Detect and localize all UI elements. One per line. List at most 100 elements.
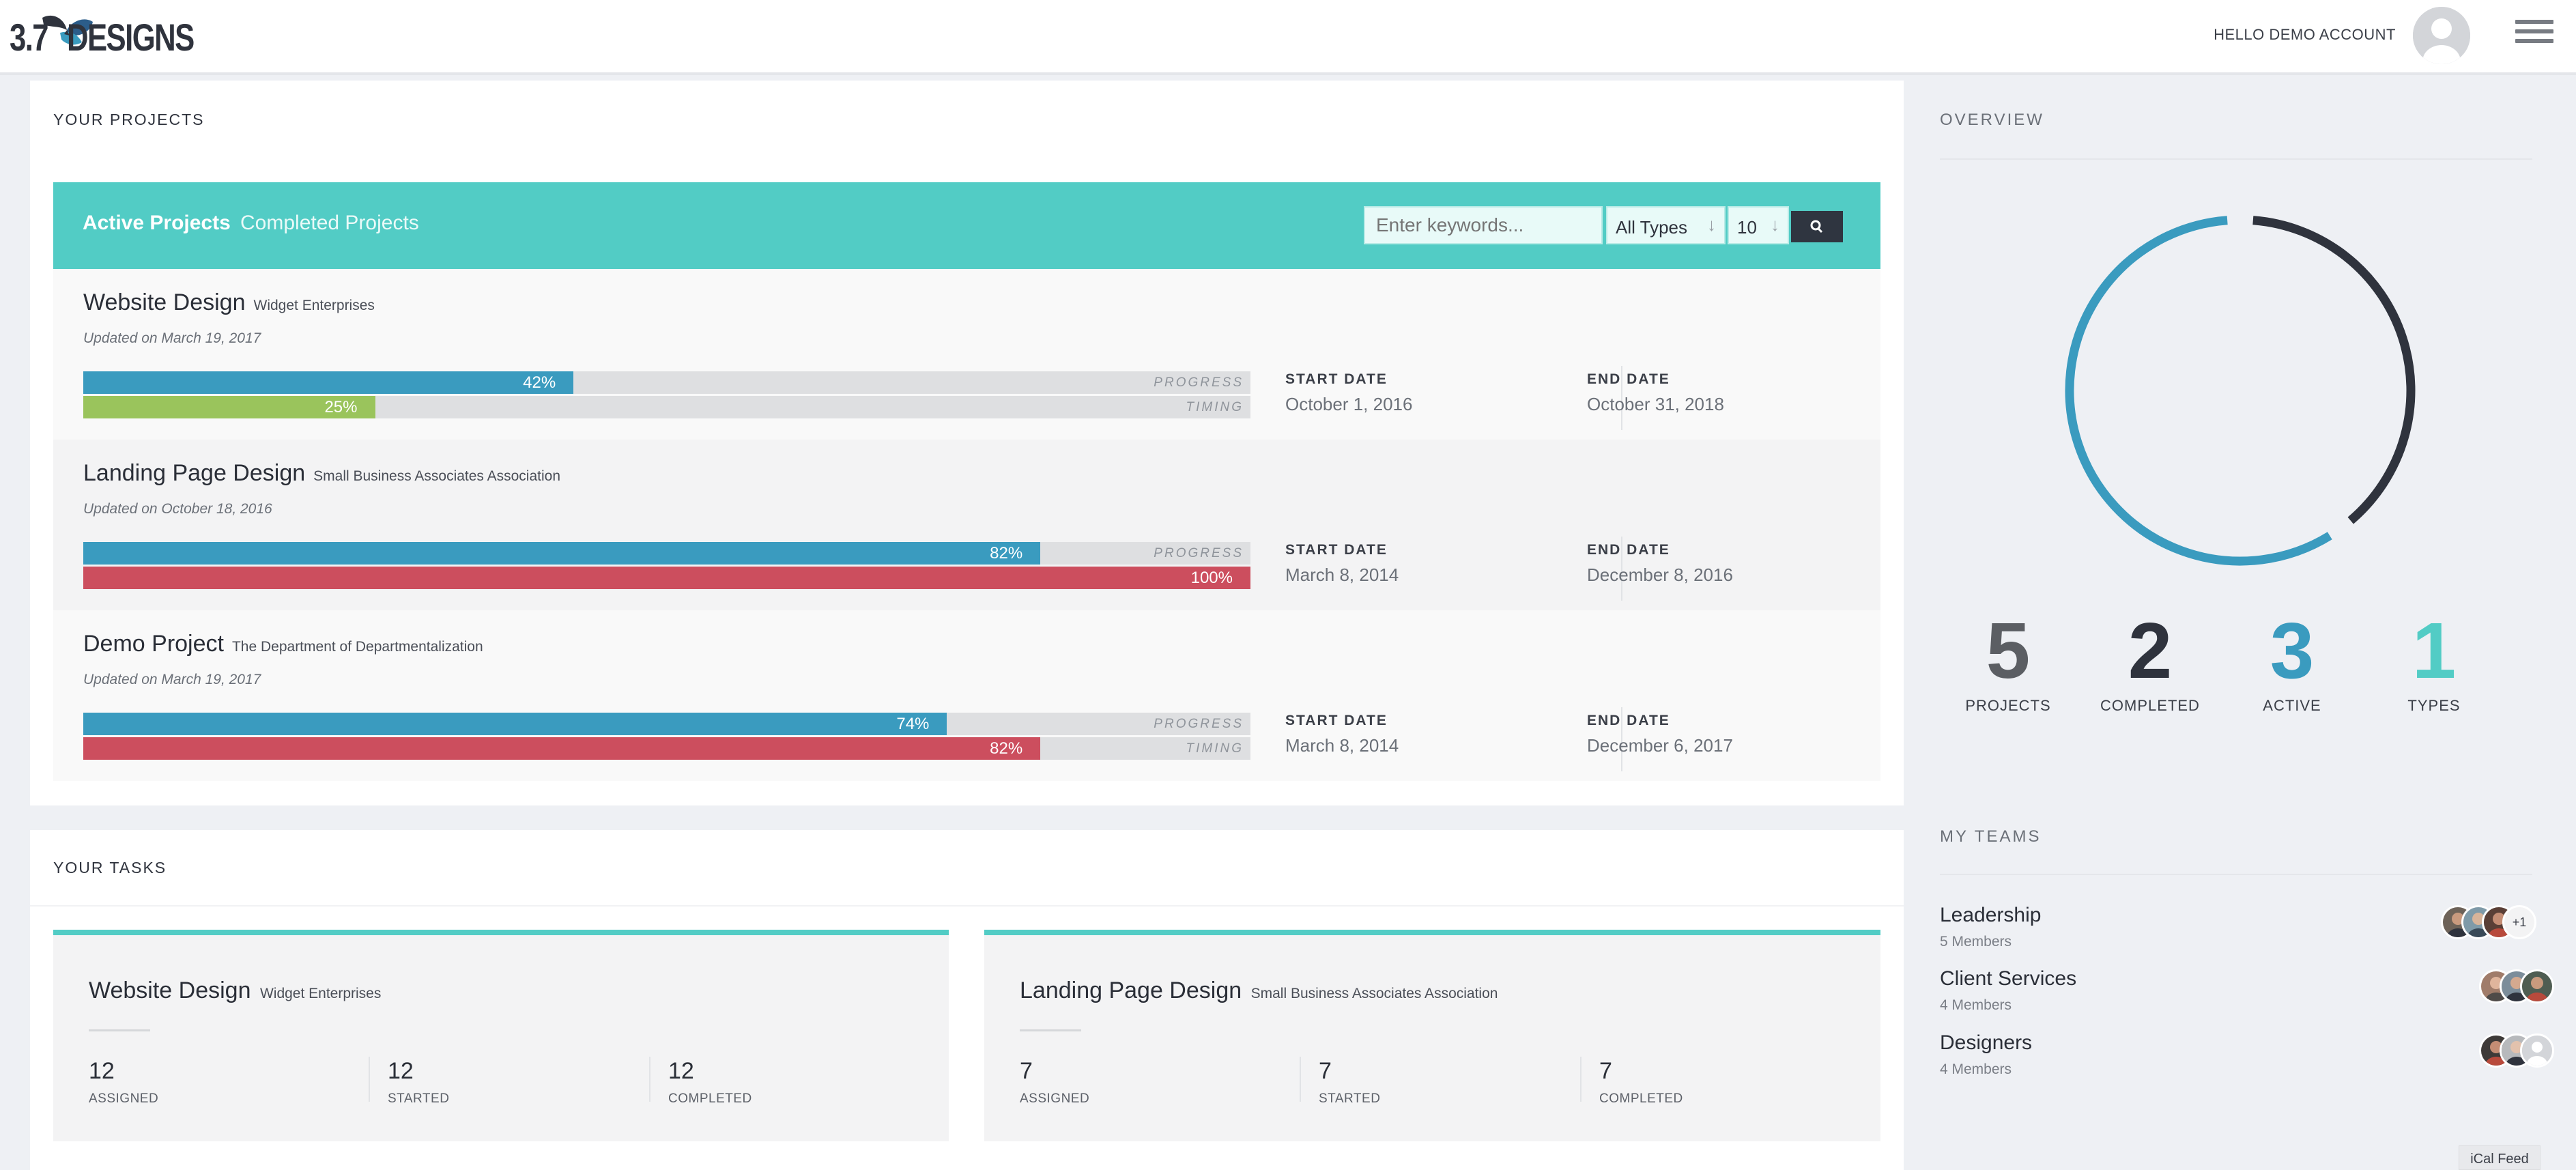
user-silhouette-icon — [2413, 7, 2470, 64]
start-date-value: March 8, 2014 — [1285, 565, 1399, 585]
progress-label: PROGRESS — [1154, 375, 1244, 390]
stat-divider — [649, 1057, 650, 1102]
search-button[interactable] — [1791, 211, 1843, 242]
team-name-designers[interactable]: Designers — [1940, 1031, 2032, 1055]
project-title[interactable]: Landing Page Design — [83, 460, 305, 486]
team-more-members[interactable]: +1 — [2502, 905, 2536, 939]
project-title[interactable]: Demo Project — [83, 631, 224, 657]
stat-label: ASSIGNED — [1020, 1091, 1090, 1106]
team-members-count: 4 Members — [1940, 997, 2012, 1013]
stat-value: 12 — [388, 1058, 414, 1084]
stat-label: STARTED — [1319, 1091, 1381, 1106]
timing-bar: 82% TIMING — [83, 737, 1250, 760]
end-date-value: December 8, 2016 — [1587, 565, 1733, 585]
stat-divider — [369, 1057, 370, 1102]
project-updated: Updated on March 19, 2017 — [83, 672, 261, 687]
task-stat-assigned: 12 ASSIGNED — [89, 1058, 158, 1113]
stat-value: 12 — [668, 1058, 694, 1084]
end-date-label: END DATE — [1587, 542, 1670, 558]
task-card-title[interactable]: Website Design Widget Enterprises — [89, 978, 381, 1004]
stat-label: TYPES — [2407, 697, 2461, 714]
progress-bar: 82% PROGRESS — [83, 542, 1250, 565]
project-row[interactable]: Demo Project The Department of Department… — [53, 610, 1880, 781]
task-project-name[interactable]: Landing Page Design — [1020, 978, 1242, 1003]
project-updated: Updated on October 18, 2016 — [83, 501, 272, 517]
arrow-down-icon: ↓ — [1707, 214, 1716, 235]
progress-label: PROGRESS — [1154, 717, 1244, 731]
top-header: 3.7 DESIGNS HELLO DEMO ACCOUNT — [0, 0, 2576, 75]
search-icon — [1810, 220, 1823, 233]
end-date-value: December 6, 2017 — [1587, 735, 1733, 756]
menu-line — [2515, 39, 2553, 43]
person-icon — [2522, 971, 2552, 1001]
start-date-value: October 1, 2016 — [1285, 394, 1413, 414]
project-name[interactable]: Demo Project The Department of Department… — [83, 631, 483, 657]
project-title[interactable]: Website Design — [83, 289, 246, 315]
stat-number: 1 — [2412, 606, 2457, 695]
progress-label: PROGRESS — [1154, 546, 1244, 560]
task-project-client: Small Business Associates Association — [1250, 986, 1498, 1001]
user-avatar[interactable] — [2413, 7, 2470, 64]
greeting-text: HELLO DEMO ACCOUNT — [2214, 26, 2396, 43]
progress-fill: 74% — [83, 713, 947, 735]
per-page-value: 10 — [1737, 217, 1757, 238]
stat-number: 2 — [2128, 606, 2173, 695]
task-stat-completed: 7 COMPLETED — [1599, 1058, 1683, 1113]
stat-divider — [1300, 1057, 1301, 1102]
per-page-select[interactable]: 10 ↓ — [1728, 206, 1789, 244]
stat-value: 7 — [1599, 1058, 1612, 1084]
team-members-count: 5 Members — [1940, 934, 2012, 950]
task-card[interactable]: Landing Page Design Small Business Assoc… — [984, 930, 1880, 1141]
start-date-label: START DATE — [1285, 371, 1388, 387]
tab-active-projects[interactable]: Active Projects — [83, 212, 231, 235]
team-members-count: 4 Members — [1940, 1061, 2012, 1077]
task-card-underline — [1020, 1029, 1081, 1031]
brand-logo[interactable]: 3.7 DESIGNS — [10, 10, 229, 64]
stat-divider — [1580, 1057, 1582, 1102]
overview-donut-chart — [2065, 216, 2416, 566]
stat-value: 12 — [89, 1058, 115, 1084]
project-type-select[interactable]: All Types ↓ — [1606, 206, 1726, 244]
project-row[interactable]: Website Design Widget Enterprises Updated… — [53, 269, 1880, 440]
timing-bar: 100% — [83, 567, 1250, 589]
project-name[interactable]: Landing Page Design Small Business Associ… — [83, 460, 560, 487]
stat-label: PROJECTS — [1965, 697, 2051, 714]
timing-fill: 82% — [83, 737, 1041, 760]
task-card[interactable]: Website Design Widget Enterprises 12 ASS… — [53, 930, 949, 1141]
team-name-client-services[interactable]: Client Services — [1940, 967, 2076, 990]
progress-bar: 42% PROGRESS — [83, 371, 1250, 394]
project-client: The Department of Departmentalization — [231, 639, 483, 655]
progress-fill: 82% — [83, 542, 1041, 565]
task-project-name[interactable]: Website Design — [89, 978, 251, 1003]
progress-fill: 42% — [83, 371, 574, 394]
keyword-search-input[interactable] — [1364, 206, 1603, 244]
stat-label: STARTED — [388, 1091, 450, 1106]
overview-stat-completed: 2 COMPLETED — [2082, 611, 2218, 715]
logo-number: 3.7 — [10, 15, 49, 59]
overview-stat-active: 3 ACTIVE — [2224, 611, 2360, 715]
overview-title: OVERVIEW — [1940, 111, 2044, 129]
task-card-underline — [89, 1029, 150, 1031]
start-date-label: START DATE — [1285, 713, 1388, 728]
stat-label: COMPLETED — [2100, 697, 2200, 714]
overview-stat-types: 1 TYPES — [2366, 611, 2502, 715]
timing-label: TIMING — [1186, 741, 1244, 756]
end-date-value: October 31, 2018 — [1587, 394, 1724, 414]
stat-label: ASSIGNED — [89, 1091, 159, 1106]
timing-bar: 25% TIMING — [83, 396, 1250, 418]
task-card-title[interactable]: Landing Page Design Small Business Assoc… — [1020, 978, 1498, 1004]
task-project-client: Widget Enterprises — [259, 986, 382, 1001]
tasks-panel-divider — [30, 905, 1904, 907]
project-name[interactable]: Website Design Widget Enterprises — [83, 289, 375, 316]
hamburger-menu-icon[interactable] — [2515, 20, 2553, 48]
my-teams-title: MY TEAMS — [1940, 827, 2042, 846]
team-member-avatar[interactable] — [2520, 1033, 2554, 1068]
team-name-leadership[interactable]: Leadership — [1940, 904, 2041, 927]
stat-value: 7 — [1020, 1058, 1033, 1084]
start-date-value: March 8, 2014 — [1285, 735, 1399, 756]
ical-feed-button[interactable]: iCal Feed — [2459, 1145, 2541, 1170]
project-row[interactable]: Landing Page Design Small Business Associ… — [53, 440, 1880, 610]
arrow-down-icon: ↓ — [1771, 214, 1779, 235]
tab-completed-projects[interactable]: Completed Projects — [240, 212, 419, 235]
team-member-avatar[interactable] — [2520, 969, 2554, 1003]
